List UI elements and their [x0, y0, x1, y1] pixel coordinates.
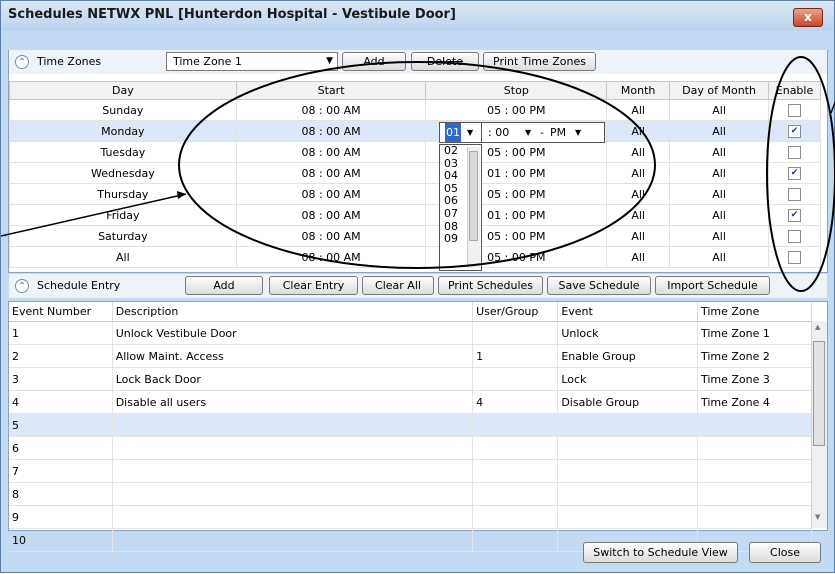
time-ellipse [178, 61, 656, 269]
left-arrow-line [1, 193, 187, 237]
schedules-window: Schedules NETWX PNL [Hunterdon Hospital … [0, 0, 835, 573]
right-arrow-line [830, 100, 835, 114]
annotation-overlay [1, 56, 835, 292]
enable-ellipse [766, 56, 835, 292]
